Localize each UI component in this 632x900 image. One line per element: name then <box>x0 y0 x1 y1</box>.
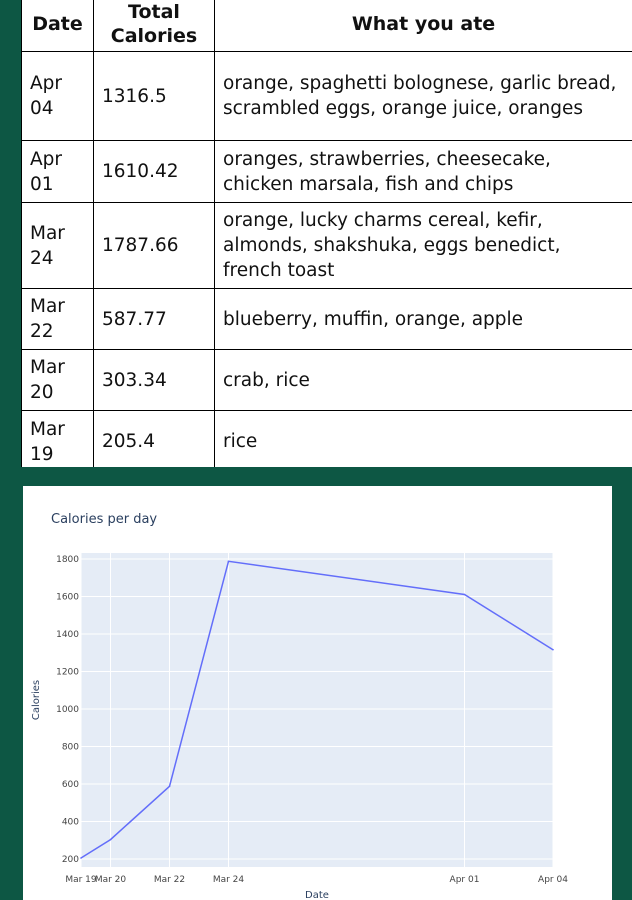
calories-cell: 303.34 <box>93 349 215 411</box>
y-tick-label: 600 <box>62 780 79 790</box>
y-tick-label: 1600 <box>56 593 79 603</box>
data-point <box>168 785 171 788</box>
column-header-calories: Total Calories <box>93 0 215 52</box>
y-tick-label: 200 <box>62 855 79 865</box>
calories-chart-card: Calories per day 200 400 600 800 1000 1200 140… <box>23 486 612 900</box>
date-cell: Apr 01 <box>21 140 94 203</box>
y-tick-label: 1000 <box>56 705 79 715</box>
x-tick-label: Mar 19 <box>65 875 97 885</box>
food-cell: orange, lucky charms cereal, kefir, almo… <box>214 202 632 289</box>
y-tick-label: 1800 <box>56 555 79 565</box>
table-row: Mar 24 1787.66 orange, lucky charms cere… <box>21 202 632 289</box>
data-point <box>227 560 230 563</box>
data-point <box>80 857 82 859</box>
x-tick-label: Apr 04 <box>538 875 568 885</box>
chart-title: Calories per day <box>51 512 157 527</box>
table-row: Apr 04 1316.5 orange, spaghetti bolognes… <box>21 51 632 141</box>
food-log-table: Date Total Calories What you ate Apr 04 … <box>21 0 632 467</box>
calories-cell: 205.4 <box>93 410 215 467</box>
calories-cell: 1787.66 <box>93 202 215 289</box>
table-row: Mar 20 303.34 crab, rice <box>21 349 632 411</box>
x-tick-label: Mar 22 <box>154 875 185 885</box>
calories-cell: 1316.5 <box>93 51 215 141</box>
x-tick-label: Apr 01 <box>450 875 480 885</box>
calories-cell: 1610.42 <box>93 140 215 203</box>
y-tick-label: 1200 <box>56 668 79 678</box>
x-axis-ticks: Mar 19Mar 20 Mar 22 Mar 24 Apr 01 Apr 04 <box>65 875 568 885</box>
x-tick-label: Mar 20 <box>95 875 127 885</box>
data-point <box>463 593 466 596</box>
food-cell: orange, spaghetti bolognese, garlic brea… <box>214 51 632 141</box>
food-cell: crab, rice <box>214 349 632 411</box>
date-cell: Mar 19 <box>21 410 94 467</box>
data-point <box>109 838 112 841</box>
table-row: Mar 19 205.4 rice <box>21 410 632 467</box>
table-row: Mar 22 587.77 blueberry, muffin, orange,… <box>21 288 632 350</box>
table-row: Apr 01 1610.42 oranges, strawberries, ch… <box>21 140 632 203</box>
table-header-row: Date Total Calories What you ate <box>21 0 632 52</box>
date-cell: Mar 20 <box>21 349 94 411</box>
y-axis-ticks: 200 400 600 800 1000 1200 1400 1600 1800 <box>56 555 79 865</box>
date-cell: Mar 22 <box>21 288 94 350</box>
data-point <box>552 648 554 651</box>
date-cell: Mar 24 <box>21 202 94 289</box>
calories-line-chart[interactable]: Calories per day 200 400 600 800 1000 1200 140… <box>23 486 612 900</box>
column-header-food: What you ate <box>214 0 632 52</box>
date-cell: Apr 04 <box>21 51 94 141</box>
food-cell: blueberry, muffin, orange, apple <box>214 288 632 350</box>
x-axis-title: Date <box>305 890 329 900</box>
plot-area <box>81 553 553 867</box>
calories-cell: 587.77 <box>93 288 215 350</box>
y-tick-label: 800 <box>62 743 79 753</box>
food-cell: oranges, strawberries, cheesecake, chick… <box>214 140 632 203</box>
y-tick-label: 400 <box>62 818 79 828</box>
food-log-table-container: Date Total Calories What you ate Apr 04 … <box>21 0 632 467</box>
x-tick-label: Mar 24 <box>213 875 245 885</box>
y-tick-label: 1400 <box>56 630 79 640</box>
column-header-date: Date <box>21 0 94 52</box>
food-cell: rice <box>214 410 632 467</box>
y-axis-title: Calories <box>31 680 42 720</box>
